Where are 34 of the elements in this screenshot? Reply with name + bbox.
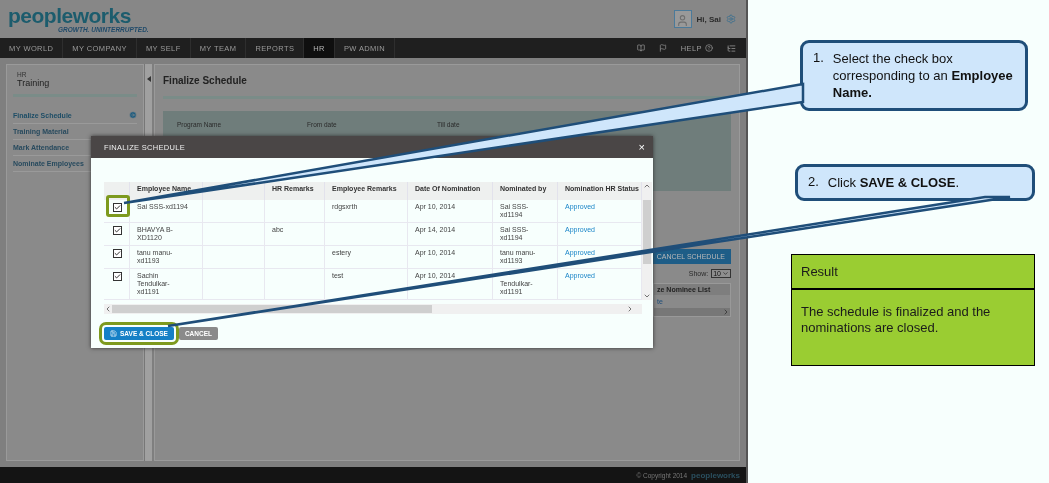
table-cell bbox=[203, 200, 265, 223]
scroll-right-icon[interactable] bbox=[722, 308, 730, 316]
callout-text: Select the check box corresponding to an Employee Name. bbox=[832, 50, 1014, 101]
step-number: 1. bbox=[813, 50, 824, 67]
row-checkbox[interactable] bbox=[113, 203, 122, 212]
menu-icon[interactable] bbox=[727, 43, 736, 53]
scrollbar-thumb[interactable] bbox=[112, 305, 432, 313]
user-greeting: Hi, Sai bbox=[696, 14, 721, 24]
scroll-right-icon[interactable] bbox=[626, 305, 634, 313]
sidebar-title: Training bbox=[17, 78, 51, 88]
collapse-handle-icon[interactable] bbox=[146, 76, 151, 82]
table-cell bbox=[265, 200, 325, 223]
step-number: 2. bbox=[808, 174, 819, 191]
scroll-up-icon[interactable] bbox=[643, 182, 651, 190]
row-checkbox[interactable] bbox=[113, 249, 122, 258]
result-text: The schedule is finalized and the nominations are closed. bbox=[800, 303, 992, 336]
table-cell bbox=[265, 269, 325, 300]
callout-text: Click SAVE & CLOSE. bbox=[827, 174, 960, 191]
arrow-right-icon bbox=[129, 111, 137, 119]
scrollbar-thumb[interactable] bbox=[643, 200, 651, 264]
result-title: Result bbox=[792, 255, 1034, 290]
chevron-down-icon bbox=[722, 270, 729, 277]
help-icon bbox=[705, 44, 713, 52]
flag-icon[interactable] bbox=[658, 44, 667, 52]
row-checkbox[interactable] bbox=[113, 226, 122, 235]
book-icon[interactable] bbox=[636, 44, 645, 52]
scroll-down-icon[interactable] bbox=[643, 292, 651, 300]
page-title: Finalize Schedule bbox=[163, 75, 731, 99]
close-button[interactable]: × bbox=[638, 141, 645, 153]
save-icon bbox=[110, 330, 117, 337]
logo: peopleworks bbox=[8, 5, 132, 26]
footer-logo: peopleworks bbox=[691, 470, 740, 480]
scroll-left-icon[interactable] bbox=[104, 305, 112, 313]
row-checkbox[interactable] bbox=[113, 272, 122, 281]
